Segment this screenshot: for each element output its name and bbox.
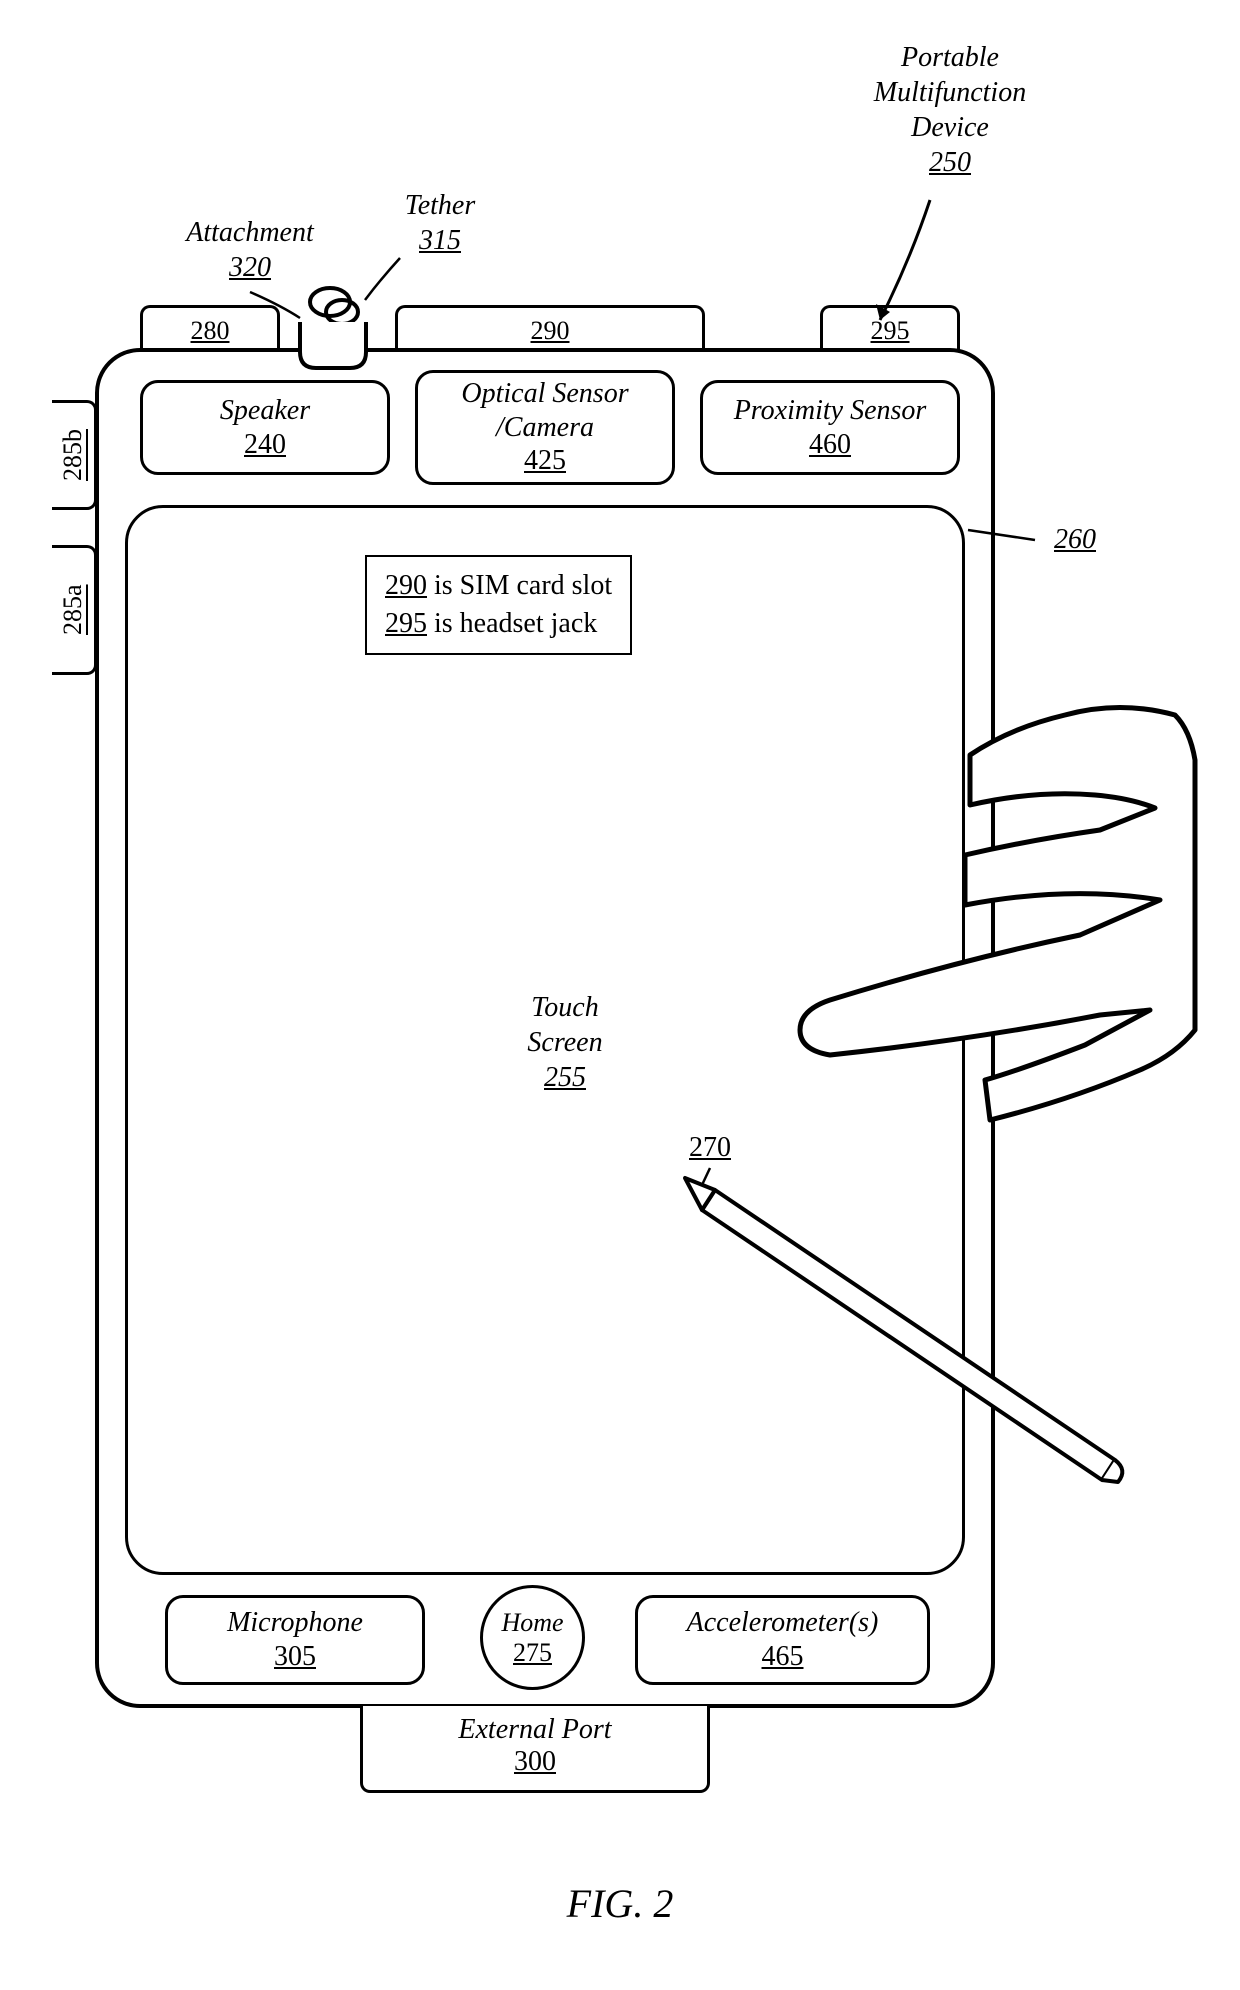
tether-ref: 315 xyxy=(419,223,461,258)
home-button: Home 275 xyxy=(480,1585,585,1690)
accel-box: Accelerometer(s) 465 xyxy=(635,1595,930,1685)
tab-295-ref: 295 xyxy=(871,316,910,345)
external-port-ref: 300 xyxy=(514,1746,556,1777)
hand-ref: 265 xyxy=(1019,865,1061,900)
touch-line2: Screen xyxy=(527,1027,602,1058)
speaker-ref: 240 xyxy=(244,428,286,462)
title-ref: 250 xyxy=(929,145,971,180)
note-r295: 295 xyxy=(385,608,427,639)
screen-ref-label: 260 xyxy=(1035,522,1115,557)
microphone-text: Microphone xyxy=(227,1606,363,1640)
touch-ref: 255 xyxy=(544,1060,586,1095)
microphone-ref: 305 xyxy=(274,1640,316,1674)
screen-ref: 260 xyxy=(1054,522,1096,557)
note-line1: 290 is SIM card slot xyxy=(385,567,612,605)
title-line3: Device xyxy=(911,112,989,143)
proximity-ref: 460 xyxy=(809,428,851,462)
speaker-box: Speaker 240 xyxy=(140,380,390,475)
note-box: 290 is SIM card slot 295 is headset jack xyxy=(365,555,632,655)
speaker-text: Speaker xyxy=(220,394,310,428)
external-port-tab: External Port 300 xyxy=(360,1706,710,1793)
note-t290: is SIM card slot xyxy=(427,570,612,601)
tether-label: Tether 315 xyxy=(380,188,500,258)
tab-285a: 285a xyxy=(52,545,97,675)
touch-line1: Touch xyxy=(531,992,598,1023)
title-label: Portable Multifunction Device 250 xyxy=(800,40,1100,180)
tab-285b: 285b xyxy=(52,400,97,510)
stylus-ref-label: 270 xyxy=(670,1130,750,1165)
touch-label: Touch Screen 255 xyxy=(490,990,640,1095)
note-line2: 295 is headset jack xyxy=(385,605,612,643)
optical-box: Optical Sensor /Camera 425 xyxy=(415,370,675,485)
home-text: Home xyxy=(501,1608,563,1638)
stylus-ref: 270 xyxy=(689,1130,731,1165)
accel-ref: 465 xyxy=(762,1640,804,1674)
tab-285a-ref: 285a xyxy=(58,585,88,636)
proximity-box: Proximity Sensor 460 xyxy=(700,380,960,475)
figure-caption-text: FIG. 2 xyxy=(567,1881,674,1926)
note-r290: 290 xyxy=(385,570,427,601)
home-ref: 275 xyxy=(513,1638,552,1668)
tab-290: 290 xyxy=(395,305,705,350)
tether-text: Tether xyxy=(405,190,476,221)
note-t295: is headset jack xyxy=(427,608,597,639)
tether-leader xyxy=(365,258,400,300)
tab-280: 280 xyxy=(140,305,280,350)
tab-285b-ref: 285b xyxy=(58,429,88,481)
optical-text1: Optical Sensor xyxy=(461,377,628,411)
accel-text: Accelerometer(s) xyxy=(687,1606,879,1640)
title-arrow-path xyxy=(880,200,930,320)
proximity-text: Proximity Sensor xyxy=(734,394,927,428)
optical-ref: 425 xyxy=(524,444,566,478)
external-port-text: External Port xyxy=(458,1714,611,1745)
hand-ref-label: 265 xyxy=(1000,865,1080,900)
attachment-ref: 320 xyxy=(229,250,271,285)
microphone-box: Microphone 305 xyxy=(165,1595,425,1685)
tab-290-ref: 290 xyxy=(531,316,570,345)
title-line1: Portable xyxy=(901,42,999,73)
attachment-label: Attachment 320 xyxy=(155,215,345,285)
tab-280-ref: 280 xyxy=(191,316,230,345)
optical-text2: /Camera xyxy=(496,411,594,445)
figure-caption: FIG. 2 xyxy=(0,1880,1240,1927)
attachment-text: Attachment xyxy=(186,217,314,248)
title-line2: Multifunction xyxy=(874,77,1026,108)
tab-295: 295 xyxy=(820,305,960,350)
